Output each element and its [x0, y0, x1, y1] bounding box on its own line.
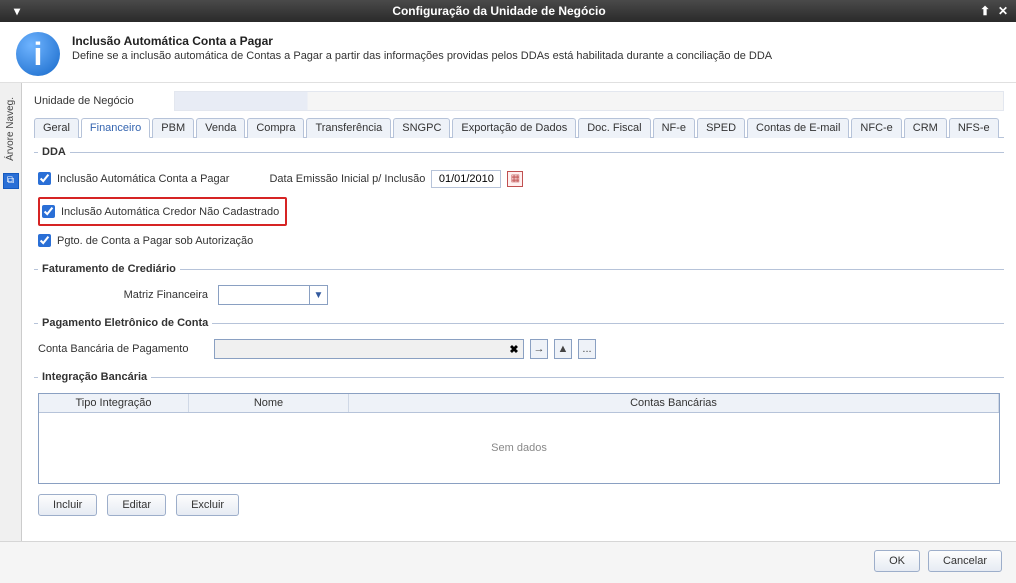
tab-sped[interactable]: SPED: [697, 118, 745, 138]
tab-sngpc[interactable]: SNGPC: [393, 118, 450, 138]
lookup-go-icon[interactable]: →: [530, 339, 548, 359]
dda-fieldset: DDA Inclusão Automática Conta a Pagar Da…: [34, 146, 1004, 255]
clear-icon[interactable]: ✖: [505, 343, 523, 356]
checkbox-credor-nao-cadastrado[interactable]: Inclusão Automática Credor Não Cadastrad…: [42, 205, 279, 218]
titlebar-close-icon[interactable]: ✕: [996, 4, 1010, 18]
checkbox-credor-label: Inclusão Automática Credor Não Cadastrad…: [61, 206, 279, 218]
footer: OK Cancelar: [0, 541, 1016, 579]
tab-venda[interactable]: Venda: [196, 118, 245, 138]
dda-legend: DDA: [38, 146, 70, 158]
checkbox-inclusao-auto-input[interactable]: [38, 172, 51, 185]
col-contas-bancarias[interactable]: Contas Bancárias: [349, 394, 999, 412]
lookup-up-icon[interactable]: ▲: [554, 339, 572, 359]
checkbox-inclusao-auto-label: Inclusão Automática Conta a Pagar: [57, 173, 229, 185]
editar-button[interactable]: Editar: [107, 494, 166, 516]
excluir-button[interactable]: Excluir: [176, 494, 239, 516]
faturamento-legend: Faturamento de Crediário: [38, 263, 180, 275]
checkbox-pgto-input[interactable]: [38, 234, 51, 247]
date-emissao-input[interactable]: [431, 170, 501, 188]
tab-nfc-e[interactable]: NFC-e: [851, 118, 901, 138]
lookup-more-icon[interactable]: ...: [578, 339, 596, 359]
tab-transfer-ncia[interactable]: Transferência: [306, 118, 391, 138]
cancel-button[interactable]: Cancelar: [928, 550, 1002, 572]
highlighted-checkbox: Inclusão Automática Credor Não Cadastrad…: [38, 197, 287, 226]
pagamento-legend: Pagamento Eletrônico de Conta: [38, 317, 212, 329]
checkbox-credor-input[interactable]: [42, 205, 55, 218]
tabs: GeralFinanceiroPBMVendaCompraTransferênc…: [34, 117, 1004, 138]
checkbox-pgto-label: Pgto. de Conta a Pagar sob Autorização: [57, 235, 253, 247]
content-area: Unidade de Negócio GeralFinanceiroPBMVen…: [22, 83, 1016, 541]
titlebar: ▾ Configuração da Unidade de Negócio ⬆ ✕: [0, 0, 1016, 22]
col-nome[interactable]: Nome: [189, 394, 349, 412]
titlebar-dropdown-icon[interactable]: ▾: [10, 4, 24, 18]
integracao-fieldset: Integração Bancária Tipo Integração Nome…: [34, 371, 1004, 520]
conta-bancaria-lookup[interactable]: ✖: [214, 339, 524, 359]
tab-pbm[interactable]: PBM: [152, 118, 194, 138]
pagamento-fieldset: Pagamento Eletrônico de Conta Conta Banc…: [34, 317, 1004, 363]
tab-nfs-e[interactable]: NFS-e: [949, 118, 999, 138]
side-panel-label: Árvore Naveg.: [5, 91, 16, 167]
side-panel-handle-icon[interactable]: ⧉: [3, 173, 19, 189]
calendar-icon[interactable]: ▦: [507, 171, 523, 187]
tab-geral[interactable]: Geral: [34, 118, 79, 138]
info-icon: i: [16, 32, 60, 76]
titlebar-restore-icon[interactable]: ⬆: [978, 4, 992, 18]
tab-crm[interactable]: CRM: [904, 118, 947, 138]
tab-compra[interactable]: Compra: [247, 118, 304, 138]
business-unit-label: Unidade de Negócio: [34, 95, 174, 107]
date-emissao-label: Data Emissão Inicial p/ Inclusão: [269, 173, 425, 185]
matriz-financeira-combo[interactable]: ▼: [218, 285, 328, 305]
ok-button[interactable]: OK: [874, 550, 920, 572]
window-title: Configuração da Unidade de Negócio: [24, 4, 974, 18]
business-unit-field[interactable]: [174, 91, 1004, 111]
integracao-legend: Integração Bancária: [38, 371, 151, 383]
faturamento-fieldset: Faturamento de Crediário Matriz Financei…: [34, 263, 1004, 309]
tab-contas-de-e-mail[interactable]: Contas de E-mail: [747, 118, 849, 138]
tab-financeiro[interactable]: Financeiro: [81, 118, 150, 138]
grid-empty: Sem dados: [39, 413, 999, 483]
tab-nf-e[interactable]: NF-e: [653, 118, 695, 138]
header: i Inclusão Automática Conta a Pagar Defi…: [0, 22, 1016, 82]
header-subtitle: Define se a inclusão automática de Conta…: [72, 50, 772, 62]
tab-exporta-o-de-dados[interactable]: Exportação de Dados: [452, 118, 576, 138]
matriz-financeira-label: Matriz Financeira: [38, 289, 208, 301]
chevron-down-icon: ▼: [309, 286, 327, 304]
checkbox-pgto-autorizacao[interactable]: Pgto. de Conta a Pagar sob Autorização: [38, 234, 1000, 247]
side-panel[interactable]: Árvore Naveg. ⧉: [0, 83, 22, 541]
checkbox-inclusao-auto[interactable]: Inclusão Automática Conta a Pagar: [38, 172, 229, 185]
col-tipo-integracao[interactable]: Tipo Integração: [39, 394, 189, 412]
business-unit-row: Unidade de Negócio: [34, 91, 1004, 111]
header-title: Inclusão Automática Conta a Pagar: [72, 34, 772, 48]
tab-doc-fiscal[interactable]: Doc. Fiscal: [578, 118, 650, 138]
integracao-grid: Tipo Integração Nome Contas Bancárias Se…: [38, 393, 1000, 484]
incluir-button[interactable]: Incluir: [38, 494, 97, 516]
conta-bancaria-label: Conta Bancária de Pagamento: [38, 343, 208, 355]
grid-header: Tipo Integração Nome Contas Bancárias: [39, 394, 999, 413]
